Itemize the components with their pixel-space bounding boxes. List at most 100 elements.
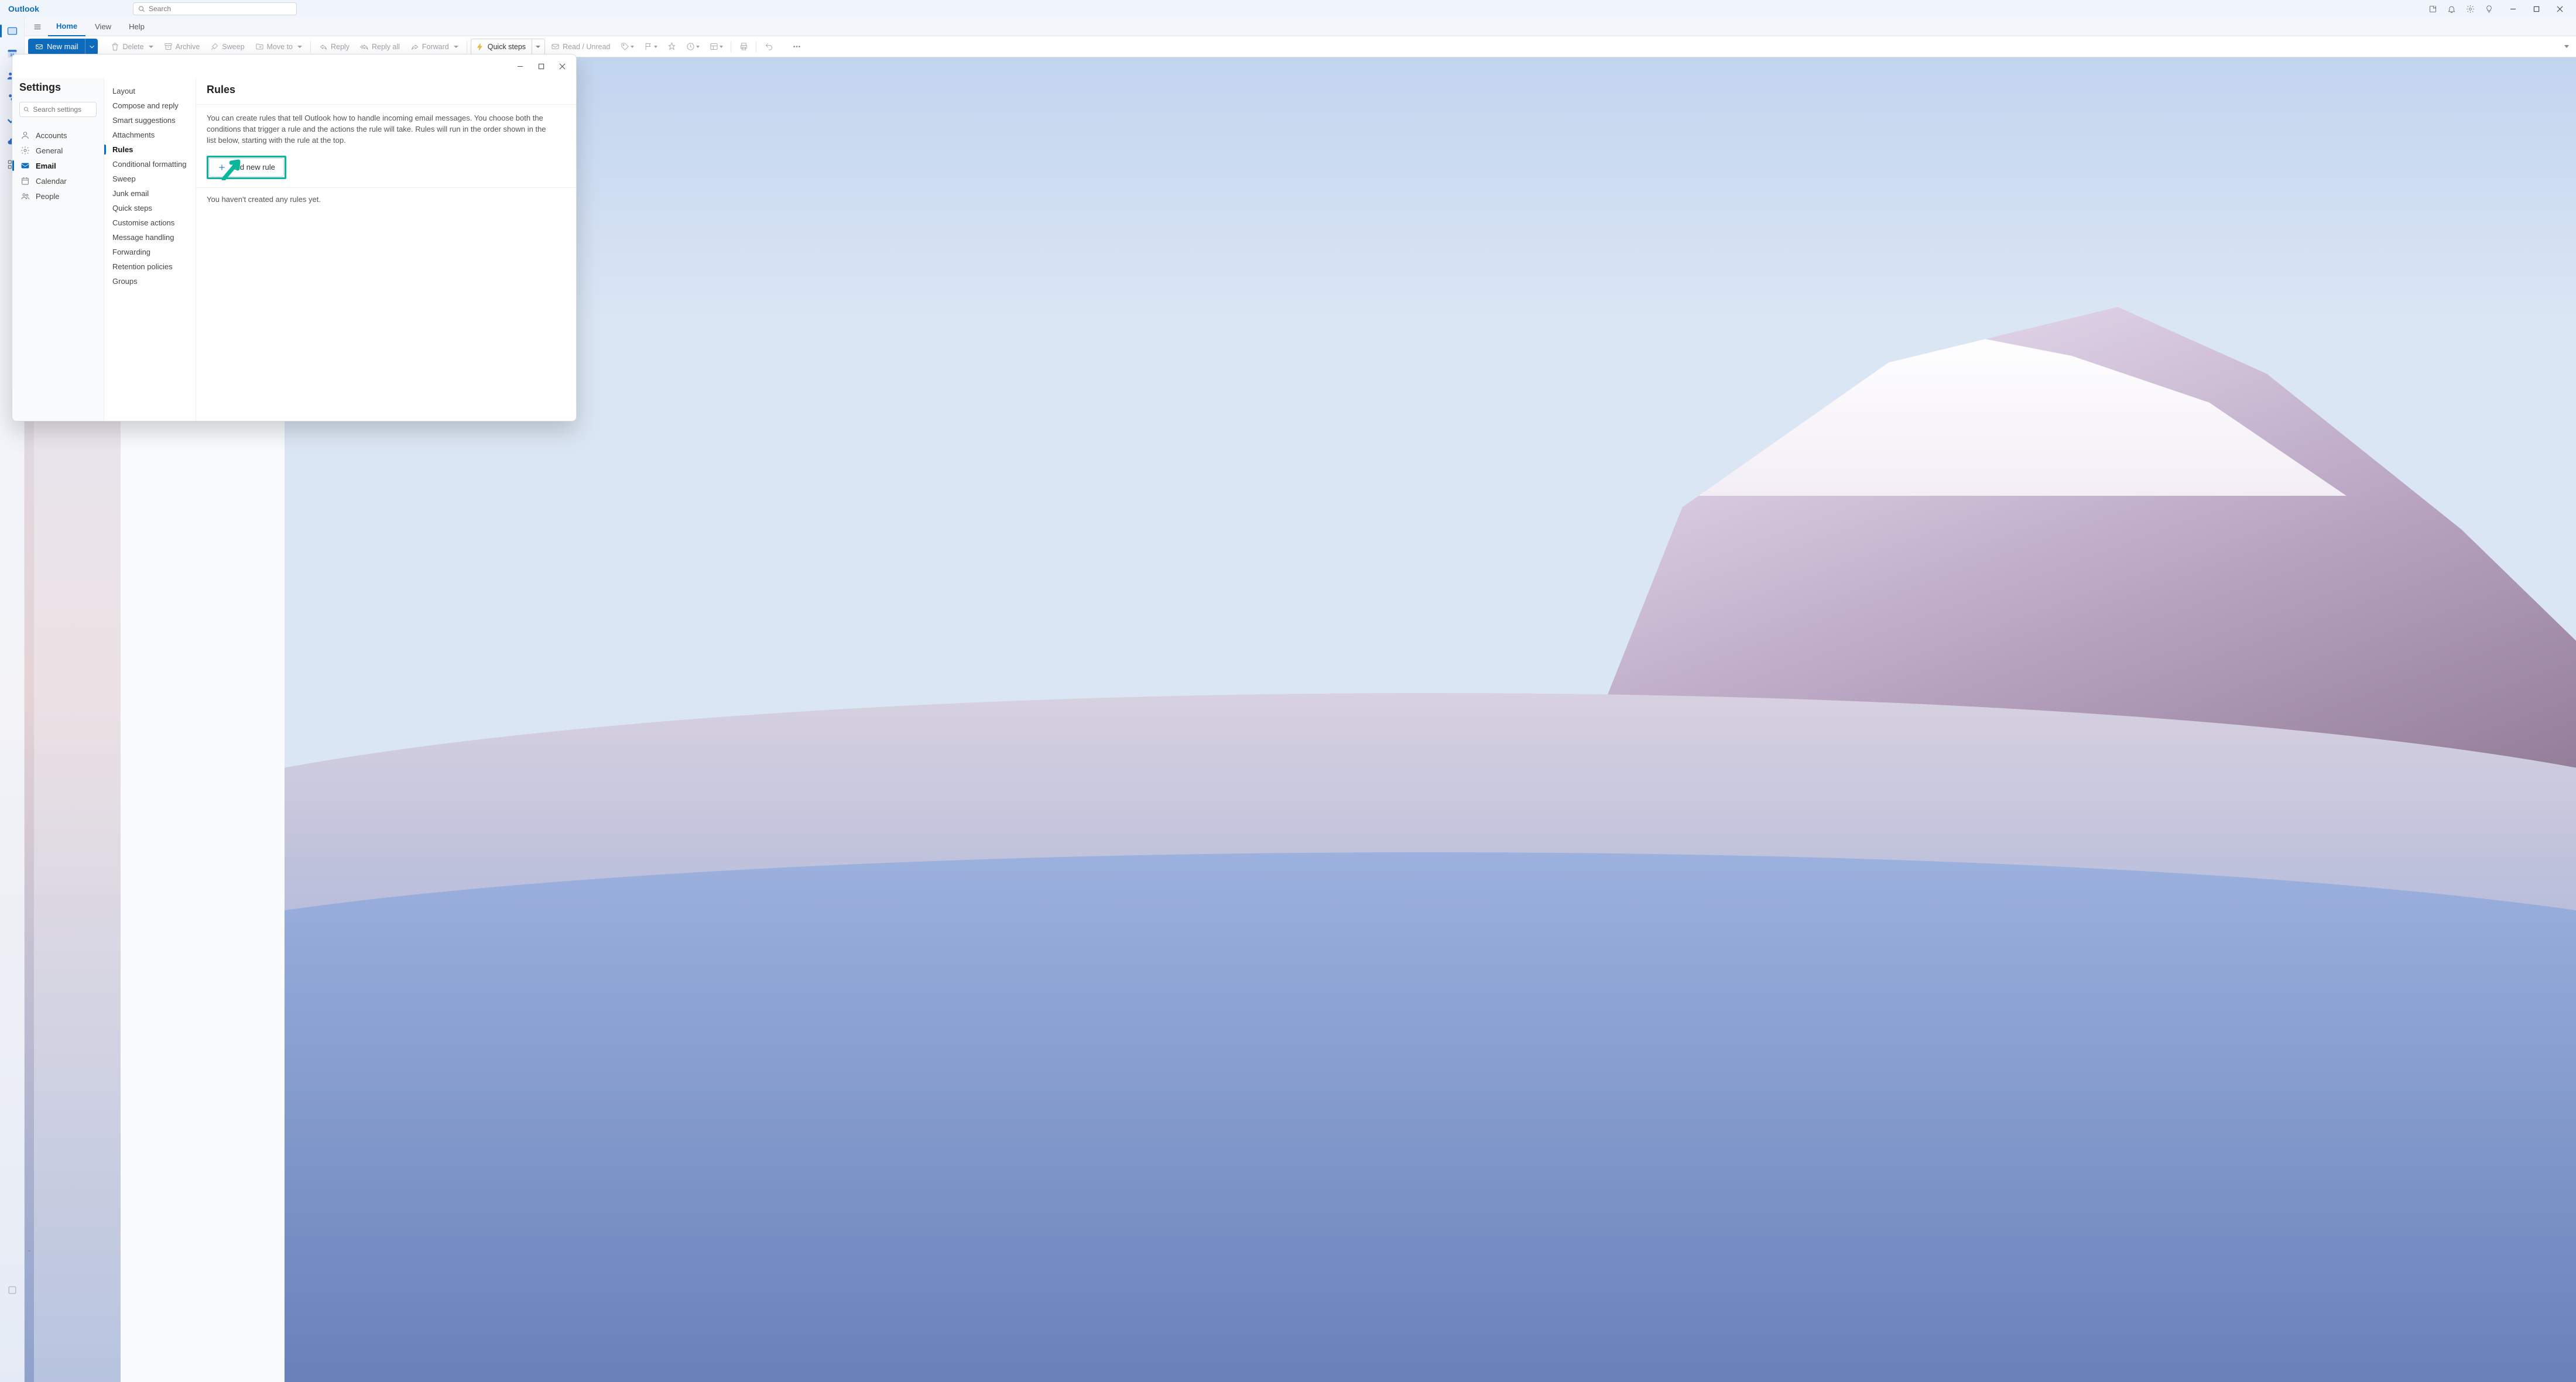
forward-icon: [410, 42, 419, 51]
lightbulb-icon[interactable]: [2480, 0, 2498, 18]
settings-gear-icon[interactable]: [2461, 0, 2479, 18]
view-settings-button[interactable]: [705, 39, 727, 55]
sub-groups[interactable]: Groups: [104, 274, 196, 289]
settings-title: Settings: [19, 81, 97, 94]
mail-icon: [20, 161, 30, 170]
sub-junk[interactable]: Junk email: [104, 186, 196, 201]
titlebar: Outlook: [0, 0, 2576, 18]
tabs-row: Home View Help: [25, 18, 2576, 36]
settings-subnav-pane: Layout Compose and reply Smart suggestio…: [104, 78, 196, 421]
ribbon-expand-button[interactable]: [2561, 45, 2572, 48]
window-close-button[interactable]: [2548, 0, 2571, 18]
new-mail-button[interactable]: New mail: [28, 39, 85, 55]
sub-compose[interactable]: Compose and reply: [104, 98, 196, 113]
sub-retention[interactable]: Retention policies: [104, 259, 196, 274]
rail-mail[interactable]: [2, 21, 22, 41]
read-unread-button[interactable]: Read / Unread: [546, 39, 615, 55]
delete-button[interactable]: Delete: [106, 39, 157, 55]
people-icon: [20, 191, 30, 201]
tab-home[interactable]: Home: [48, 18, 85, 36]
sub-layout[interactable]: Layout: [104, 84, 196, 98]
quick-steps-button[interactable]: Quick steps: [471, 39, 545, 55]
sub-forwarding[interactable]: Forwarding: [104, 245, 196, 259]
sub-quick[interactable]: Quick steps: [104, 201, 196, 215]
snooze-button[interactable]: [681, 39, 704, 55]
sweep-icon: [210, 42, 219, 51]
rules-description: You can create rules that tell Outlook h…: [207, 113, 546, 146]
window-maximize-button[interactable]: [2524, 0, 2548, 18]
notes-icon[interactable]: [2424, 0, 2441, 18]
search-icon: [138, 5, 145, 13]
flag-icon: [644, 42, 653, 51]
nav-accounts[interactable]: Accounts: [19, 128, 97, 143]
sub-message[interactable]: Message handling: [104, 230, 196, 245]
move-to-button[interactable]: Move to: [251, 39, 307, 55]
plus-icon: [218, 163, 226, 172]
tab-help[interactable]: Help: [121, 18, 153, 36]
tag-icon: [621, 42, 629, 51]
forward-button[interactable]: Forward: [406, 39, 463, 55]
dialog-minimize-button[interactable]: [509, 57, 530, 76]
flag-button[interactable]: [639, 39, 662, 55]
print-button[interactable]: [735, 39, 752, 55]
reply-all-button[interactable]: Reply all: [355, 39, 405, 55]
rail-bottom-icon[interactable]: [2, 1280, 22, 1300]
settings-content-pane: Rules You can create rules that tell Out…: [196, 78, 576, 421]
global-search-input[interactable]: [149, 5, 292, 13]
window-minimize-button[interactable]: [2501, 0, 2524, 18]
archive-button[interactable]: Archive: [159, 39, 205, 55]
sweep-button[interactable]: Sweep: [205, 39, 249, 55]
undo-button[interactable]: [760, 39, 777, 55]
clock-icon: [686, 42, 695, 51]
sub-customise[interactable]: Customise actions: [104, 215, 196, 230]
sub-smart[interactable]: Smart suggestions: [104, 113, 196, 128]
hamburger-button[interactable]: [28, 19, 47, 35]
tab-view[interactable]: View: [87, 18, 119, 36]
settings-search[interactable]: [19, 102, 97, 117]
add-rule-highlight: Add new rule: [207, 156, 286, 179]
new-mail-label: New mail: [47, 42, 78, 51]
sub-rules[interactable]: Rules: [104, 142, 196, 157]
tag-button[interactable]: [616, 39, 638, 55]
reply-icon: [319, 42, 328, 51]
quick-steps-label: Quick steps: [488, 43, 526, 51]
sub-sweep[interactable]: Sweep: [104, 172, 196, 186]
ellipsis-icon: [792, 42, 801, 51]
add-new-rule-button[interactable]: Add new rule: [209, 158, 284, 177]
gear-icon: [20, 146, 30, 155]
rules-empty-text: You haven't created any rules yet.: [207, 195, 566, 204]
read-icon: [551, 42, 560, 51]
layout-icon: [710, 42, 718, 51]
ribbon-separator: [310, 41, 311, 53]
dialog-close-button[interactable]: [551, 57, 573, 76]
app-name: Outlook: [8, 4, 39, 13]
reply-button[interactable]: Reply: [314, 39, 354, 55]
settings-search-input[interactable]: [33, 105, 93, 114]
trash-icon: [111, 42, 119, 51]
divider: [196, 187, 576, 188]
undo-icon: [765, 42, 773, 51]
more-button[interactable]: [788, 39, 806, 55]
settings-nav-pane: Settings Accounts General Email Calendar…: [12, 78, 104, 421]
nav-general[interactable]: General: [19, 143, 97, 158]
divider: [196, 104, 576, 105]
header-actions: [2424, 0, 2498, 18]
add-new-rule-label: Add new rule: [231, 163, 275, 172]
dialog-maximize-button[interactable]: [530, 57, 551, 76]
nav-people[interactable]: People: [19, 188, 97, 204]
pin-icon: [667, 42, 676, 51]
new-mail-dropdown[interactable]: [85, 39, 98, 55]
reply-all-icon: [360, 42, 369, 51]
bell-icon[interactable]: [2443, 0, 2460, 18]
rules-heading: Rules: [207, 84, 566, 96]
print-icon: [739, 42, 748, 51]
sub-conditional[interactable]: Conditional formatting: [104, 157, 196, 172]
nav-email[interactable]: Email: [19, 158, 97, 173]
global-search[interactable]: [133, 2, 297, 15]
pin-button[interactable]: [663, 39, 680, 55]
quick-steps-dropdown[interactable]: [532, 39, 540, 54]
mail-icon: [35, 43, 43, 51]
sub-attachments[interactable]: Attachments: [104, 128, 196, 142]
window-controls: [2501, 0, 2571, 18]
nav-calendar[interactable]: Calendar: [19, 173, 97, 188]
